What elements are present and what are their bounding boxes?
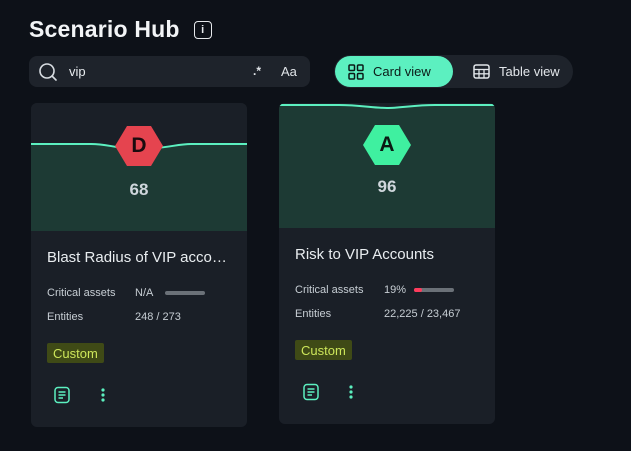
custom-tag: Custom bbox=[47, 343, 104, 363]
report-icon[interactable] bbox=[301, 381, 321, 403]
critical-assets-label: Critical assets bbox=[295, 284, 364, 296]
entities-value: 22,225 / 23,467 bbox=[384, 308, 461, 320]
critical-assets-bar bbox=[414, 288, 454, 292]
table-icon bbox=[473, 64, 490, 79]
card-title: Blast Radius of VIP accounts bbox=[47, 249, 231, 266]
card-title: Risk to VIP Accounts bbox=[295, 246, 434, 263]
scenario-card[interactable]: D 68 Blast Radius of VIP accounts Critic… bbox=[31, 103, 247, 427]
critical-assets-value: N/A bbox=[135, 287, 154, 299]
score-value: 96 bbox=[377, 177, 397, 196]
search-bar: .* Aa bbox=[29, 56, 310, 87]
grade-letter: D bbox=[131, 134, 147, 157]
grade-letter: A bbox=[379, 133, 395, 156]
info-icon[interactable]: i bbox=[193, 20, 212, 39]
custom-tag: Custom bbox=[295, 340, 352, 360]
view-toggle: Card view Table view bbox=[334, 55, 573, 88]
card-view-button[interactable]: Card view bbox=[335, 56, 453, 87]
card-header: D 68 bbox=[31, 103, 247, 231]
page-title: Scenario Hub bbox=[29, 16, 180, 42]
card-view-label: Card view bbox=[373, 64, 431, 79]
scenario-card[interactable]: A 96 Risk to VIP Accounts Critical asset… bbox=[279, 103, 495, 424]
table-view-button[interactable]: Table view bbox=[460, 56, 572, 87]
search-icon bbox=[39, 62, 57, 81]
critical-assets-bar bbox=[165, 291, 205, 295]
critical-assets-bar-fill bbox=[414, 288, 422, 292]
entities-value: 248 / 273 bbox=[135, 311, 181, 323]
more-options-icon[interactable] bbox=[93, 384, 113, 406]
table-view-label: Table view bbox=[499, 64, 560, 79]
critical-assets-value: 19% bbox=[384, 284, 407, 296]
header: Scenario Hub i bbox=[29, 16, 212, 43]
grid-icon bbox=[348, 63, 364, 80]
report-icon[interactable] bbox=[52, 384, 72, 406]
score-value: 68 bbox=[129, 180, 149, 199]
search-input[interactable] bbox=[67, 63, 231, 80]
entities-label: Entities bbox=[47, 311, 84, 323]
critical-assets-label: Critical assets bbox=[47, 287, 116, 299]
regex-toggle[interactable]: .* bbox=[253, 64, 261, 78]
more-options-icon[interactable] bbox=[341, 381, 361, 403]
card-header: A 96 bbox=[279, 103, 495, 228]
entities-label: Entities bbox=[295, 308, 332, 320]
grade-badge: A bbox=[362, 123, 412, 167]
grade-badge: D bbox=[114, 124, 164, 168]
match-case-toggle[interactable]: Aa bbox=[281, 64, 297, 79]
